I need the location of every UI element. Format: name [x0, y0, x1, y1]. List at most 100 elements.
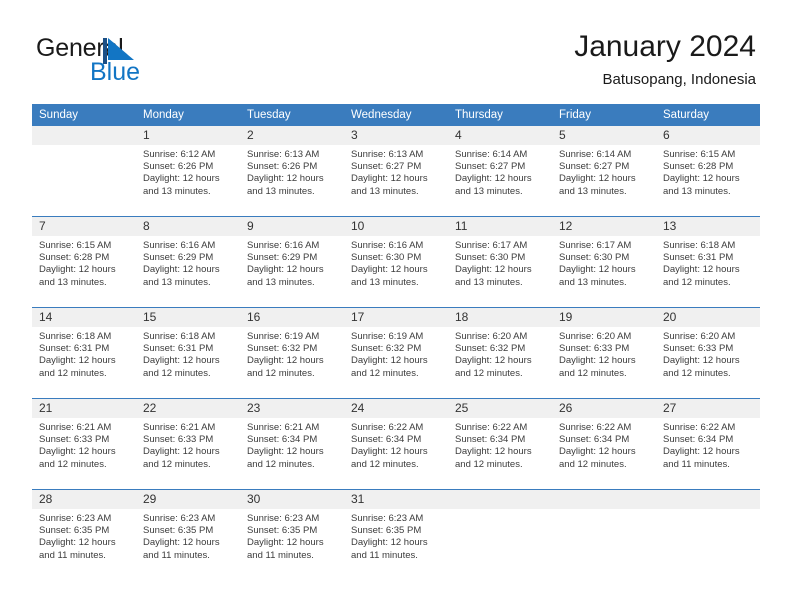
day-cell[interactable]: 30 Sunrise: 6:23 AM Sunset: 6:35 PM Dayligh…	[240, 490, 344, 580]
day-number	[552, 490, 656, 509]
day-cell[interactable]: 13 Sunrise: 6:18 AM Sunset: 6:31 PM Dayligh…	[656, 217, 760, 307]
sunset-text: Sunset: 6:34 PM	[247, 434, 318, 446]
daylight-text-line1: Daylight: 12 hours	[455, 264, 532, 276]
day-cell[interactable]: 14 Sunrise: 6:18 AM Sunset: 6:31 PM Dayligh…	[32, 308, 136, 398]
day-sun-info: Sunrise: 6:19 AM Sunset: 6:32 PM Daylight:…	[344, 327, 448, 380]
daylight-text-line2: and 12 minutes.	[351, 458, 419, 470]
daylight-text-line2: and 11 minutes.	[247, 549, 314, 561]
day-number: 1	[136, 126, 240, 145]
sunrise-text: Sunrise: 6:13 AM	[351, 149, 424, 160]
sunrise-text: Sunrise: 6:15 AM	[39, 240, 112, 251]
sunset-text: Sunset: 6:28 PM	[663, 161, 734, 173]
sunrise-text: Sunrise: 6:21 AM	[143, 422, 216, 433]
brand-logo[interactable]: General Blue	[36, 34, 276, 90]
daylight-text-line1: Daylight: 12 hours	[39, 264, 116, 276]
day-number: 18	[448, 308, 552, 327]
daylight-text-line1: Daylight: 12 hours	[247, 537, 324, 549]
weekday-header-friday: Friday	[559, 109, 591, 121]
sunset-text: Sunset: 6:35 PM	[351, 525, 422, 537]
sunset-text: Sunset: 6:26 PM	[247, 161, 318, 173]
day-cell[interactable]: 11 Sunrise: 6:17 AM Sunset: 6:30 PM Dayligh…	[448, 217, 552, 307]
daylight-text-line1: Daylight: 12 hours	[143, 173, 220, 185]
day-cell[interactable]: 9 Sunrise: 6:16 AM Sunset: 6:29 PM Daylight…	[240, 217, 344, 307]
calendar-week-row: 1 Sunrise: 6:12 AM Sunset: 6:26 PM Daylight…	[32, 126, 760, 216]
sunrise-text: Sunrise: 6:22 AM	[455, 422, 528, 433]
day-sun-info: Sunrise: 6:21 AM Sunset: 6:34 PM Daylight:…	[240, 418, 344, 471]
day-cell[interactable]: 1 Sunrise: 6:12 AM Sunset: 6:26 PM Daylight…	[136, 126, 240, 216]
day-cell[interactable]: 23 Sunrise: 6:21 AM Sunset: 6:34 PM Dayligh…	[240, 399, 344, 489]
day-sun-info: Sunrise: 6:12 AM Sunset: 6:26 PM Daylight:…	[136, 145, 240, 198]
day-cell[interactable]: 31 Sunrise: 6:23 AM Sunset: 6:35 PM Dayligh…	[344, 490, 448, 580]
weekday-header-sunday: Sunday	[39, 109, 79, 121]
day-cell[interactable]: 29 Sunrise: 6:23 AM Sunset: 6:35 PM Dayligh…	[136, 490, 240, 580]
day-cell[interactable]: 12 Sunrise: 6:17 AM Sunset: 6:30 PM Dayligh…	[552, 217, 656, 307]
day-cell[interactable]: 18 Sunrise: 6:20 AM Sunset: 6:32 PM Dayligh…	[448, 308, 552, 398]
day-number: 17	[344, 308, 448, 327]
daylight-text-line2: and 12 minutes.	[663, 367, 731, 379]
sunset-text: Sunset: 6:31 PM	[39, 343, 110, 355]
day-cell[interactable]: 3 Sunrise: 6:13 AM Sunset: 6:27 PM Daylight…	[344, 126, 448, 216]
daylight-text-line1: Daylight: 12 hours	[143, 264, 220, 276]
day-cell[interactable]: 22 Sunrise: 6:21 AM Sunset: 6:33 PM Dayligh…	[136, 399, 240, 489]
day-cell-empty	[448, 490, 552, 580]
daylight-text-line2: and 12 minutes.	[143, 458, 211, 470]
sunrise-text: Sunrise: 6:16 AM	[143, 240, 216, 251]
sunrise-text: Sunrise: 6:14 AM	[559, 149, 632, 160]
day-sun-info: Sunrise: 6:17 AM Sunset: 6:30 PM Daylight:…	[552, 236, 656, 289]
day-number: 30	[240, 490, 344, 509]
day-cell[interactable]: 28 Sunrise: 6:23 AM Sunset: 6:35 PM Dayligh…	[32, 490, 136, 580]
daylight-text-line2: and 12 minutes.	[39, 367, 107, 379]
day-cell-empty	[32, 126, 136, 216]
day-sun-info: Sunrise: 6:22 AM Sunset: 6:34 PM Daylight:…	[448, 418, 552, 471]
daylight-text-line1: Daylight: 12 hours	[351, 355, 428, 367]
week-cells: 21 Sunrise: 6:21 AM Sunset: 6:33 PM Dayligh…	[32, 399, 760, 489]
daylight-text-line2: and 12 minutes.	[247, 367, 315, 379]
day-cell[interactable]: 27 Sunrise: 6:22 AM Sunset: 6:34 PM Dayligh…	[656, 399, 760, 489]
calendar-week-row: 7 Sunrise: 6:15 AM Sunset: 6:28 PM Daylight…	[32, 216, 760, 307]
sunrise-text: Sunrise: 6:18 AM	[663, 240, 736, 251]
day-cell[interactable]: 26 Sunrise: 6:22 AM Sunset: 6:34 PM Dayligh…	[552, 399, 656, 489]
day-cell[interactable]: 15 Sunrise: 6:18 AM Sunset: 6:31 PM Dayligh…	[136, 308, 240, 398]
day-number: 13	[656, 217, 760, 236]
daylight-text-line1: Daylight: 12 hours	[247, 173, 324, 185]
daylight-text-line2: and 13 minutes.	[559, 276, 627, 288]
day-cell[interactable]: 24 Sunrise: 6:22 AM Sunset: 6:34 PM Dayligh…	[344, 399, 448, 489]
sunrise-text: Sunrise: 6:23 AM	[351, 513, 424, 524]
day-cell[interactable]: 17 Sunrise: 6:19 AM Sunset: 6:32 PM Dayligh…	[344, 308, 448, 398]
day-cell[interactable]: 5 Sunrise: 6:14 AM Sunset: 6:27 PM Daylight…	[552, 126, 656, 216]
day-number: 20	[656, 308, 760, 327]
day-cell[interactable]: 7 Sunrise: 6:15 AM Sunset: 6:28 PM Daylight…	[32, 217, 136, 307]
day-cell[interactable]: 20 Sunrise: 6:20 AM Sunset: 6:33 PM Dayligh…	[656, 308, 760, 398]
daylight-text-line1: Daylight: 12 hours	[559, 355, 636, 367]
sunset-text: Sunset: 6:32 PM	[455, 343, 526, 355]
day-number: 22	[136, 399, 240, 418]
calendar-week-row: 21 Sunrise: 6:21 AM Sunset: 6:33 PM Dayligh…	[32, 398, 760, 489]
day-number: 4	[448, 126, 552, 145]
day-sun-info: Sunrise: 6:21 AM Sunset: 6:33 PM Daylight:…	[136, 418, 240, 471]
sunset-text: Sunset: 6:32 PM	[247, 343, 318, 355]
sunset-text: Sunset: 6:34 PM	[559, 434, 630, 446]
daylight-text-line2: and 12 minutes.	[559, 458, 627, 470]
day-cell[interactable]: 19 Sunrise: 6:20 AM Sunset: 6:33 PM Dayligh…	[552, 308, 656, 398]
day-number: 25	[448, 399, 552, 418]
day-cell[interactable]: 8 Sunrise: 6:16 AM Sunset: 6:29 PM Daylight…	[136, 217, 240, 307]
daylight-text-line1: Daylight: 12 hours	[39, 446, 116, 458]
sunrise-text: Sunrise: 6:22 AM	[351, 422, 424, 433]
day-number: 14	[32, 308, 136, 327]
day-cell[interactable]: 4 Sunrise: 6:14 AM Sunset: 6:27 PM Daylight…	[448, 126, 552, 216]
day-cell[interactable]: 2 Sunrise: 6:13 AM Sunset: 6:26 PM Daylight…	[240, 126, 344, 216]
weekday-header-thursday: Thursday	[455, 109, 503, 121]
daylight-text-line2: and 12 minutes.	[455, 458, 523, 470]
day-number: 7	[32, 217, 136, 236]
daylight-text-line2: and 13 minutes.	[351, 185, 419, 197]
day-cell[interactable]: 16 Sunrise: 6:19 AM Sunset: 6:32 PM Dayligh…	[240, 308, 344, 398]
day-cell[interactable]: 25 Sunrise: 6:22 AM Sunset: 6:34 PM Dayligh…	[448, 399, 552, 489]
day-cell[interactable]: 10 Sunrise: 6:16 AM Sunset: 6:30 PM Dayligh…	[344, 217, 448, 307]
day-number: 28	[32, 490, 136, 509]
day-cell[interactable]: 6 Sunrise: 6:15 AM Sunset: 6:28 PM Daylight…	[656, 126, 760, 216]
day-sun-info: Sunrise: 6:14 AM Sunset: 6:27 PM Daylight:…	[552, 145, 656, 198]
daylight-text-line2: and 12 minutes.	[143, 367, 211, 379]
daylight-text-line2: and 13 minutes.	[559, 185, 627, 197]
weeks-container: 1 Sunrise: 6:12 AM Sunset: 6:26 PM Daylight…	[32, 126, 760, 580]
day-cell[interactable]: 21 Sunrise: 6:21 AM Sunset: 6:33 PM Dayligh…	[32, 399, 136, 489]
